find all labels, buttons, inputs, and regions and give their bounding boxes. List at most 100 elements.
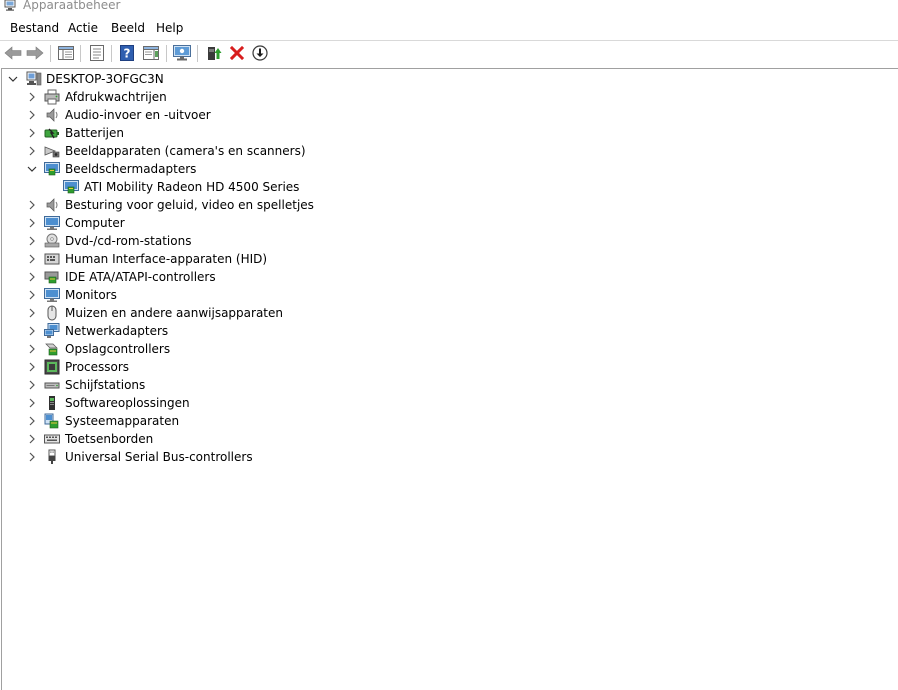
usb-icon (48, 449, 56, 464)
keyboard-icon (44, 434, 60, 444)
menu-help[interactable]: Help (156, 19, 183, 37)
tree-item-toetsenborden[interactable]: Toetsenborden (2, 430, 896, 448)
properties-button[interactable] (87, 43, 107, 63)
processor-icon (44, 359, 60, 375)
properties-icon (90, 45, 104, 61)
chevron-down-icon[interactable] (7, 73, 19, 85)
tree-root[interactable]: DESKTOP-3OFGC3N (2, 70, 896, 88)
chevron-right-icon[interactable] (26, 325, 38, 337)
tree-item-beeldschermadapters[interactable]: Beeldschermadapters (2, 160, 896, 178)
battery-icon (44, 128, 59, 139)
chevron-right-icon[interactable] (26, 379, 38, 391)
chevron-right-icon[interactable] (26, 361, 38, 373)
tree-item-label: Softwareoplossingen (65, 396, 190, 410)
arrow-left-icon (4, 46, 22, 60)
svg-text:?: ? (124, 47, 131, 61)
back-button[interactable] (3, 43, 23, 63)
tree-item-dvd[interactable]: Dvd-/cd-rom-stations (2, 232, 896, 250)
tree-item-monitors[interactable]: Monitors (2, 286, 896, 304)
computer-root-icon (26, 71, 42, 86)
window-title: Apparaatbeheer (23, 0, 121, 12)
forward-button[interactable] (25, 43, 45, 63)
chevron-right-icon[interactable] (26, 433, 38, 445)
software-component-icon (49, 396, 55, 410)
update-driver-button[interactable] (204, 43, 224, 63)
monitor-icon (44, 288, 60, 302)
chevron-right-icon[interactable] (26, 415, 38, 427)
action-pane-button[interactable] (141, 43, 161, 63)
chevron-right-icon[interactable] (26, 109, 38, 121)
tree-item-label: ATI Mobility Radeon HD 4500 Series (84, 180, 300, 194)
monitor-scan-icon (173, 45, 191, 61)
tree-item-softwareoplossingen[interactable]: Softwareoplossingen (2, 394, 896, 412)
camera-icon (44, 146, 60, 158)
chevron-down-icon[interactable] (26, 163, 38, 175)
chevron-right-icon[interactable] (26, 307, 38, 319)
chevron-right-icon[interactable] (26, 199, 38, 211)
tree-item-opslagcontrollers[interactable]: Opslagcontrollers (2, 340, 896, 358)
chevron-right-icon[interactable] (26, 217, 38, 229)
tree-item-audio[interactable]: Audio-invoer en -uitvoer (2, 106, 896, 124)
scan-hardware-button[interactable] (172, 43, 192, 63)
tree-item-systeemapparaten[interactable]: Systeemapparaten (2, 412, 896, 430)
tree-item-label: Human Interface-apparaten (HID) (65, 252, 268, 266)
tree-item-label: Batterijen (65, 126, 124, 140)
show-hide-console-tree-button[interactable] (56, 43, 76, 63)
help-icon: ? (120, 45, 134, 61)
title-bar: Apparaatbeheer (0, 0, 898, 14)
chevron-right-icon[interactable] (26, 253, 38, 265)
tree-item-besturing-geluid[interactable]: Besturing voor geluid, video en spelletj… (2, 196, 896, 214)
tree-item-label: Universal Serial Bus-controllers (65, 450, 253, 464)
tree-item-processors[interactable]: Processors (2, 358, 896, 376)
tree-item-computer[interactable]: Computer (2, 214, 896, 232)
chevron-right-icon[interactable] (26, 343, 38, 355)
console-tree-icon (58, 46, 74, 60)
monitor-icon (44, 216, 60, 230)
disable-device-button[interactable] (250, 43, 270, 63)
tree-item-afdrukwachtrijen[interactable]: Afdrukwachtrijen (2, 88, 896, 106)
menu-actie[interactable]: Actie (68, 19, 98, 37)
tree-item-label: Besturing voor geluid, video en spelletj… (65, 198, 314, 212)
chevron-right-icon[interactable] (26, 397, 38, 409)
mouse-icon (47, 305, 57, 321)
disc-drive-icon (44, 233, 60, 248)
tree-item-schijfstations[interactable]: Schijfstations (2, 376, 896, 394)
tree-item-label: Opslagcontrollers (65, 342, 171, 356)
tree-item-label: Netwerkadapters (65, 324, 169, 338)
hid-icon (44, 253, 60, 265)
menu-bestand[interactable]: Bestand (10, 19, 59, 37)
tree-item-usb[interactable]: Universal Serial Bus-controllers (2, 448, 896, 466)
tree-item-muizen[interactable]: Muizen en andere aanwijsapparaten (2, 304, 896, 322)
system-device-icon (44, 413, 59, 429)
tree-item-label: Toetsenborden (65, 432, 154, 446)
chevron-right-icon[interactable] (26, 127, 38, 139)
action-pane-icon (143, 46, 159, 60)
ide-controller-icon (44, 271, 59, 284)
tree-item-label: Computer (65, 216, 125, 230)
tree-item-label: Processors (65, 360, 130, 374)
update-driver-icon (208, 47, 222, 60)
chevron-right-icon[interactable] (26, 91, 38, 103)
disk-drive-icon (44, 382, 60, 389)
help-button[interactable]: ? (117, 43, 137, 63)
tree-item-beeldapparaten[interactable]: Beeldapparaten (camera's en scanners) (2, 142, 896, 160)
tree-item-hid[interactable]: Human Interface-apparaten (HID) (2, 250, 896, 268)
uninstall-device-button[interactable] (227, 43, 247, 63)
chevron-right-icon[interactable] (26, 145, 38, 157)
storage-controller-icon (45, 343, 58, 356)
tree-item-ide[interactable]: IDE ATA/ATAPI-controllers (2, 268, 896, 286)
tree-item-label: Beeldapparaten (camera's en scanners) (65, 144, 306, 158)
tree-item-label: Schijfstations (65, 378, 146, 392)
chevron-right-icon[interactable] (26, 271, 38, 283)
tree-item-ati-radeon[interactable]: ATI Mobility Radeon HD 4500 Series (2, 178, 896, 196)
tree-item-label: Beeldschermadapters (65, 162, 197, 176)
red-x-icon (230, 46, 244, 60)
menu-beeld[interactable]: Beeld (111, 19, 145, 37)
chevron-right-icon[interactable] (26, 289, 38, 301)
tree-item-netwerkadapters[interactable]: Netwerkadapters (2, 322, 896, 340)
display-adapter-icon (44, 162, 60, 176)
device-tree[interactable]: DESKTOP-3OFGC3N Afdrukwachtrijen Audio-i… (1, 68, 898, 690)
tree-item-batterijen[interactable]: Batterijen (2, 124, 896, 142)
chevron-right-icon[interactable] (26, 235, 38, 247)
chevron-right-icon[interactable] (26, 451, 38, 463)
